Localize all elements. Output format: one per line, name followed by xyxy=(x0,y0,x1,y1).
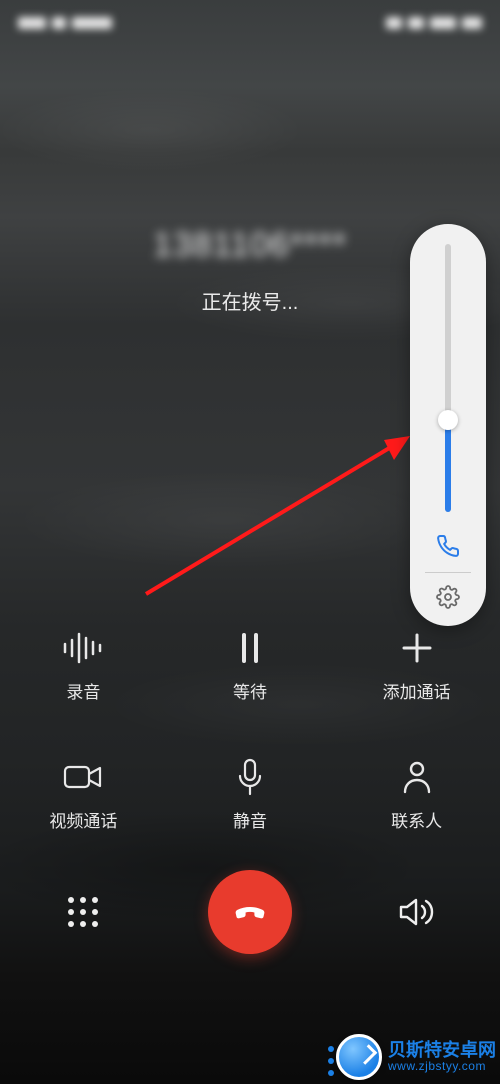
dialpad-icon xyxy=(66,895,100,929)
watermark-url: www.zjbstyy.com xyxy=(388,1060,496,1073)
bottom-controls xyxy=(0,870,500,954)
call-actions: 录音 等待 添加通话 视频通话 xyxy=(0,628,500,832)
add-call-label: 添加通话 xyxy=(383,678,451,703)
mute-label: 静音 xyxy=(233,807,267,832)
add-call-button[interactable]: 添加通话 xyxy=(333,628,500,703)
video-call-button[interactable]: 视频通话 xyxy=(0,757,167,832)
video-call-label: 视频通话 xyxy=(49,807,117,832)
status-bar xyxy=(0,8,500,38)
pause-icon xyxy=(237,628,263,668)
volume-divider xyxy=(425,572,471,573)
status-blob xyxy=(18,17,46,29)
watermark: 贝斯特安卓网 www.zjbstyy.com xyxy=(336,1034,496,1080)
contacts-label: 联系人 xyxy=(391,807,442,832)
waveform-icon xyxy=(61,628,105,668)
plus-icon xyxy=(401,628,433,668)
volume-track[interactable] xyxy=(445,244,451,512)
status-blob xyxy=(462,17,482,29)
end-call-button[interactable] xyxy=(208,870,292,954)
person-icon xyxy=(402,757,432,797)
status-blob xyxy=(408,17,424,29)
gear-icon[interactable] xyxy=(436,585,460,609)
status-left xyxy=(18,8,112,38)
status-blob xyxy=(72,17,112,29)
video-icon xyxy=(63,757,103,797)
speaker-icon xyxy=(398,895,436,929)
volume-panel[interactable] xyxy=(410,224,486,626)
watermark-logo-icon xyxy=(336,1034,382,1080)
status-blob xyxy=(52,17,66,29)
speaker-button[interactable] xyxy=(387,882,447,942)
status-blob xyxy=(430,17,456,29)
status-blob xyxy=(386,17,402,29)
volume-fill xyxy=(445,420,451,512)
hold-label: 等待 xyxy=(233,678,267,703)
record-button[interactable]: 录音 xyxy=(0,628,167,703)
record-label: 录音 xyxy=(66,678,100,703)
hold-button[interactable]: 等待 xyxy=(167,628,334,703)
status-right xyxy=(386,8,482,38)
mute-button[interactable]: 静音 xyxy=(167,757,334,832)
contacts-button[interactable]: 联系人 xyxy=(333,757,500,832)
phone-icon xyxy=(436,534,460,558)
volume-thumb[interactable] xyxy=(438,410,458,430)
watermark-name: 贝斯特安卓网 xyxy=(388,1041,496,1061)
annotation-arrow-icon xyxy=(138,432,416,602)
mic-icon xyxy=(236,757,264,797)
dialpad-button[interactable] xyxy=(53,882,113,942)
phone-down-icon xyxy=(228,890,272,934)
